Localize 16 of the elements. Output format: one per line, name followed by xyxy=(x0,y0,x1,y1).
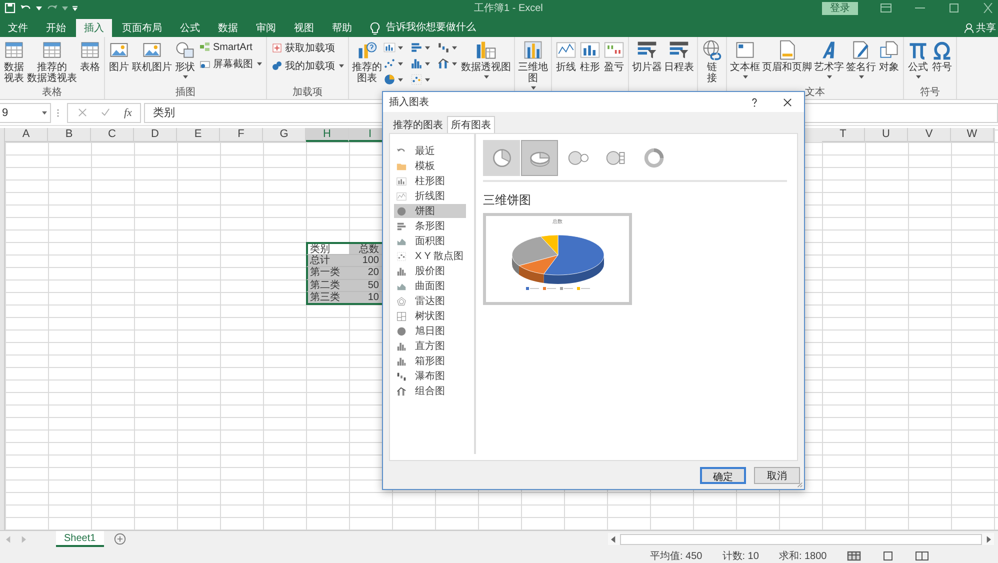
group-label: 插图 xyxy=(174,87,196,99)
group-label: 文本 xyxy=(804,87,826,99)
table-cell: 类别 xyxy=(306,242,349,254)
table-cell: 第二类 xyxy=(306,280,349,292)
status-stat: 平均值: 450 xyxy=(650,550,702,563)
status-stat: 求和: 1800 xyxy=(778,550,827,563)
window-title: 工作簿1 - Excel xyxy=(473,2,544,15)
group-label: 加载项 xyxy=(292,87,324,99)
table-cell: 第一类 xyxy=(306,267,349,280)
status-stat: 计数: 10 xyxy=(722,550,759,563)
table-cell: 第三类 xyxy=(306,292,349,304)
table-cell: 总计 xyxy=(306,254,349,267)
dialog-title: 插入图表 xyxy=(389,96,430,109)
subtype-title: 三维饼图 xyxy=(483,192,531,209)
group-label: 表格 xyxy=(41,87,63,99)
group-label: 符号 xyxy=(919,87,941,99)
